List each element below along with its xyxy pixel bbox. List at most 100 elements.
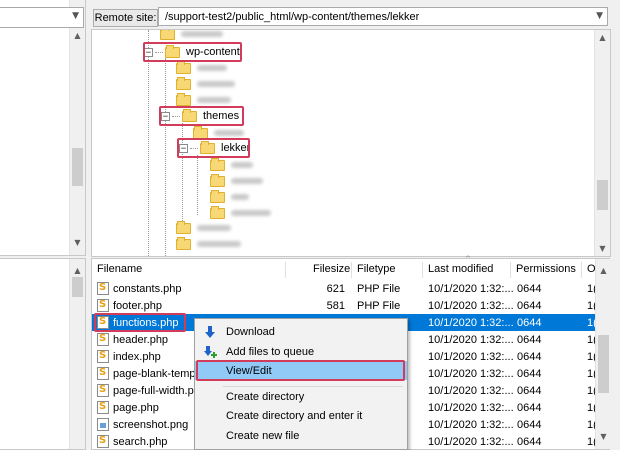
column-header-filename[interactable]: Filename (97, 260, 142, 278)
file-modified: 10/1/2020 1:32:... (428, 418, 514, 431)
folder-icon (160, 30, 175, 40)
folder-icon (176, 60, 191, 74)
scrollbar-thumb[interactable] (72, 148, 83, 186)
folder-icon (193, 125, 208, 139)
menu-item-create-new-file[interactable]: Create new file (195, 426, 407, 445)
php-file-icon (97, 401, 109, 414)
menu-item-create-directory-enter[interactable]: Create directory and enter it (195, 406, 407, 425)
file-perms: 0644 (517, 384, 542, 397)
tree-item-blurred[interactable] (210, 189, 249, 205)
menu-item-label: Add files to queue (226, 345, 315, 358)
menu-item-add-to-queue[interactable]: Add files to queue (195, 342, 407, 361)
file-perms: 0644 (517, 418, 542, 431)
highlight-box (94, 313, 186, 332)
folder-icon (210, 173, 225, 187)
scroll-down-arrow-icon[interactable]: ▼ (70, 235, 85, 249)
file-row[interactable]: constants.php 621 PHP File 10/1/2020 1:32:.… (92, 280, 598, 297)
local-tree-scrollbar[interactable]: ▲ ▼ (69, 0, 85, 255)
file-name: header.php (113, 333, 169, 346)
scroll-down-arrow-icon[interactable]: ▼ (595, 241, 610, 255)
file-name: footer.php (113, 299, 162, 312)
scroll-up-arrow-icon[interactable]: ▲ (70, 28, 85, 42)
file-modified: 10/1/2020 1:32:... (428, 316, 514, 329)
tree-item-blurred[interactable] (176, 60, 227, 76)
file-perms: 0644 (517, 282, 542, 295)
dropdown-arrow-icon[interactable]: ▼ (596, 11, 603, 21)
remote-tree-pane[interactable]: − wp-content − themes − lekker ▲ ▼ (91, 29, 611, 257)
menu-item-create-directory[interactable]: Create directory (195, 387, 407, 406)
dropdown-arrow-icon[interactable]: ▼ (72, 11, 79, 21)
php-file-icon (97, 435, 109, 448)
file-perms: 0644 (517, 316, 542, 329)
file-row[interactable]: footer.php 581 PHP File 10/1/2020 1:32:...0… (92, 297, 598, 314)
file-modified: 10/1/2020 1:32:... (428, 299, 514, 312)
column-header-last-modified[interactable]: Last modified (428, 260, 493, 278)
file-name: constants.php (113, 282, 182, 295)
remote-site-path-input[interactable]: /support-test2/public_html/wp-content/th… (158, 7, 608, 26)
remote-file-scrollbar[interactable]: ▲ ▼ (595, 259, 611, 449)
folder-icon (176, 76, 191, 90)
tree-item-blurred[interactable] (210, 205, 271, 221)
php-file-icon (97, 299, 109, 312)
scroll-down-arrow-icon[interactable]: ▼ (596, 429, 611, 443)
file-modified: 10/1/2020 1:32:... (428, 350, 514, 363)
column-header-permissions[interactable]: Permissions (516, 260, 576, 278)
remote-site-label: Remote site: (93, 9, 158, 27)
tree-item-blurred[interactable] (160, 30, 223, 42)
file-name: index.php (113, 350, 161, 363)
local-path-box[interactable]: ▼ (0, 7, 84, 28)
scrollbar-thumb[interactable] (598, 335, 609, 393)
file-modified: 10/1/2020 1:32:... (428, 401, 514, 414)
column-header-filesize[interactable]: Filesize (313, 260, 350, 278)
file-modified: 10/1/2020 1:32:... (428, 435, 514, 448)
file-perms: 0644 (517, 435, 542, 448)
file-name: page-blank-temp (113, 367, 196, 380)
scroll-up-arrow-icon[interactable]: ▲ (596, 263, 611, 277)
download-icon (205, 325, 215, 338)
column-header-filetype[interactable]: Filetype (357, 260, 396, 278)
tree-item-blurred[interactable] (210, 173, 263, 189)
file-modified: 10/1/2020 1:32:... (428, 367, 514, 380)
local-file-pane[interactable]: ▲ (0, 258, 86, 450)
local-tree-pane[interactable]: ▲ ▼ (0, 0, 86, 256)
scrollbar-thumb[interactable] (597, 180, 608, 210)
scroll-up-arrow-icon[interactable]: ▲ (595, 30, 610, 44)
file-modified: 10/1/2020 1:32:... (428, 384, 514, 397)
file-size: 581 (326, 299, 345, 312)
tree-item-blurred[interactable] (176, 236, 241, 252)
file-perms: 0644 (517, 299, 542, 312)
scrollbar-thumb[interactable] (72, 277, 83, 297)
folder-icon (210, 189, 225, 203)
highlight-box (196, 360, 405, 381)
tree-item-blurred[interactable] (176, 220, 231, 236)
folder-icon (210, 157, 225, 171)
highlight-box (177, 138, 250, 158)
file-perms: 0644 (517, 401, 542, 414)
file-type: PHP File (357, 282, 401, 295)
file-modified: 10/1/2020 1:32:... (428, 333, 514, 346)
menu-item-label: Create directory (226, 390, 305, 403)
folder-icon (210, 205, 225, 219)
menu-item-download[interactable]: Download (195, 322, 407, 341)
menu-item-label: Download (226, 325, 275, 338)
remote-tree-scrollbar[interactable]: ▲ ▼ (594, 30, 610, 256)
local-file-scrollbar[interactable]: ▲ (69, 259, 85, 449)
context-menu: Download Add files to queue View/Edit Cr… (194, 318, 408, 450)
png-file-icon (97, 418, 109, 431)
file-name: page.php (113, 401, 159, 414)
remote-site-path: /support-test2/public_html/wp-content/th… (165, 10, 420, 23)
php-file-icon (97, 367, 109, 380)
php-file-icon (97, 333, 109, 346)
tree-item-blurred[interactable] (176, 76, 235, 92)
file-size: 621 (326, 282, 345, 295)
sort-indicator-icon: ^ (465, 255, 471, 263)
file-name: screenshot.png (113, 418, 189, 431)
file-perms: 0644 (517, 350, 542, 363)
file-perms: 0644 (517, 367, 542, 380)
file-modified: 10/1/2020 1:32:... (428, 282, 514, 295)
folder-icon (176, 236, 191, 250)
menu-item-label: Create new file (226, 429, 300, 442)
php-file-icon (97, 350, 109, 363)
tree-item-blurred[interactable] (210, 157, 253, 173)
scroll-up-arrow-icon[interactable]: ▲ (70, 263, 85, 277)
